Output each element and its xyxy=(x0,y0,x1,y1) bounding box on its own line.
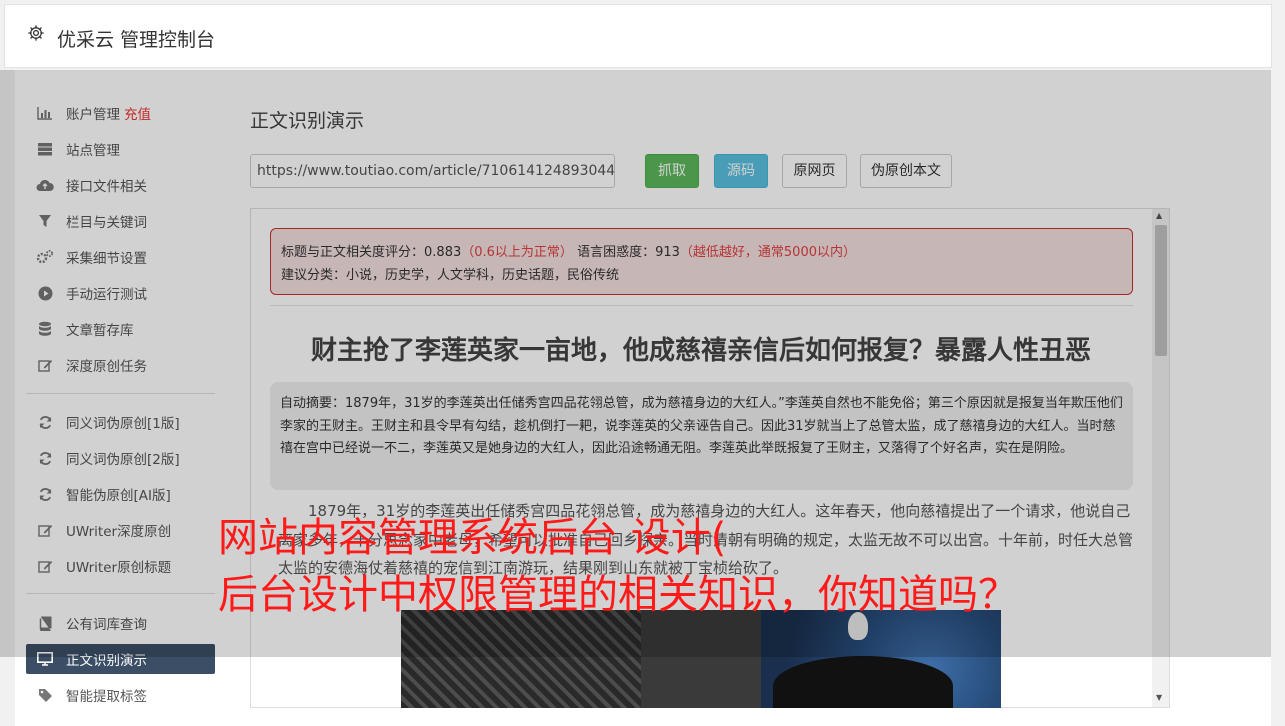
top-bar: 优采云 管理控制台 xyxy=(4,4,1272,68)
app-title: 优采云 管理控制台 xyxy=(57,29,216,51)
sidebar-item-extract-tags[interactable]: 智能提取标签 xyxy=(26,680,215,710)
watermark-line-2: 后台设计中权限管理的相关知识，你知道吗？ xyxy=(218,572,1018,618)
watermark-line-1: 网站内容管理系统后台 设计( xyxy=(218,515,727,561)
scroll-down-icon[interactable]: ▼ xyxy=(1156,693,1162,702)
sidebar-item-label: 智能提取标签 xyxy=(66,689,147,705)
official-hat xyxy=(773,656,953,708)
tag-icon xyxy=(36,686,54,704)
gear-icon xyxy=(28,25,44,41)
watermark-text: 网站内容管理系统后台 设计( 后台设计中权限管理的相关知识，你知道吗？ xyxy=(218,510,1018,624)
